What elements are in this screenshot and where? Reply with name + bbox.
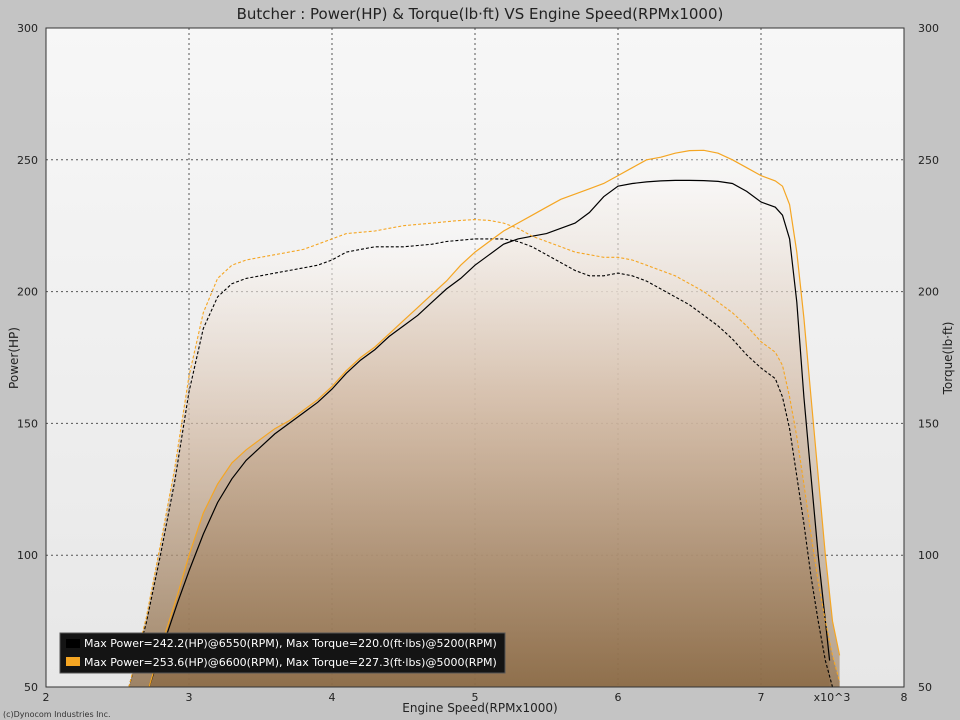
y-axis-label-right: Torque(lb·ft): [941, 322, 955, 396]
y-tick-label-right: 150: [918, 417, 939, 430]
legend-swatch-1: [66, 639, 80, 648]
legend: Max Power=242.2(HP)@6550(RPM), Max Torqu…: [59, 632, 506, 674]
y-tick-label-left: 150: [17, 417, 38, 430]
x-tick-label: 4: [329, 691, 336, 704]
legend-entry-1: Max Power=242.2(HP)@6550(RPM), Max Torqu…: [84, 637, 497, 650]
y-tick-label-right: 300: [918, 22, 939, 35]
y-tick-label-left: 50: [24, 681, 38, 694]
x-tick-label: 3: [186, 691, 193, 704]
y-tick-label-right: 50: [918, 681, 932, 694]
legend-entry-2: Max Power=253.6(HP)@6600(RPM), Max Torqu…: [84, 656, 497, 669]
y-tick-label-left: 300: [17, 22, 38, 35]
x-multiplier-label: x10^3: [814, 691, 851, 704]
y-tick-label-left: 250: [17, 154, 38, 167]
copyright-text: (c)Dynocom Industries Inc.: [3, 710, 111, 719]
y-axis-label-left: Power(HP): [7, 327, 21, 389]
y-tick-label-right: 250: [918, 154, 939, 167]
x-axis-label: Engine Speed(RPMx1000): [402, 701, 558, 715]
x-tick-label: 7: [758, 691, 765, 704]
y-tick-label-right: 100: [918, 549, 939, 562]
x-tick-label: 2: [43, 691, 50, 704]
dyno-chart: 2 3 4 5 6 7 8300250200150100503002502001501005…: [3, 5, 955, 719]
legend-swatch-2: [66, 657, 80, 666]
x-tick-label: 6: [615, 691, 622, 704]
y-tick-label-left: 100: [17, 549, 38, 562]
y-tick-label-left: 200: [17, 286, 38, 299]
chart-title: Butcher : Power(HP) & Torque(lb·ft) VS E…: [237, 5, 724, 23]
x-tick-label: 8: [901, 691, 908, 704]
y-tick-label-right: 200: [918, 286, 939, 299]
